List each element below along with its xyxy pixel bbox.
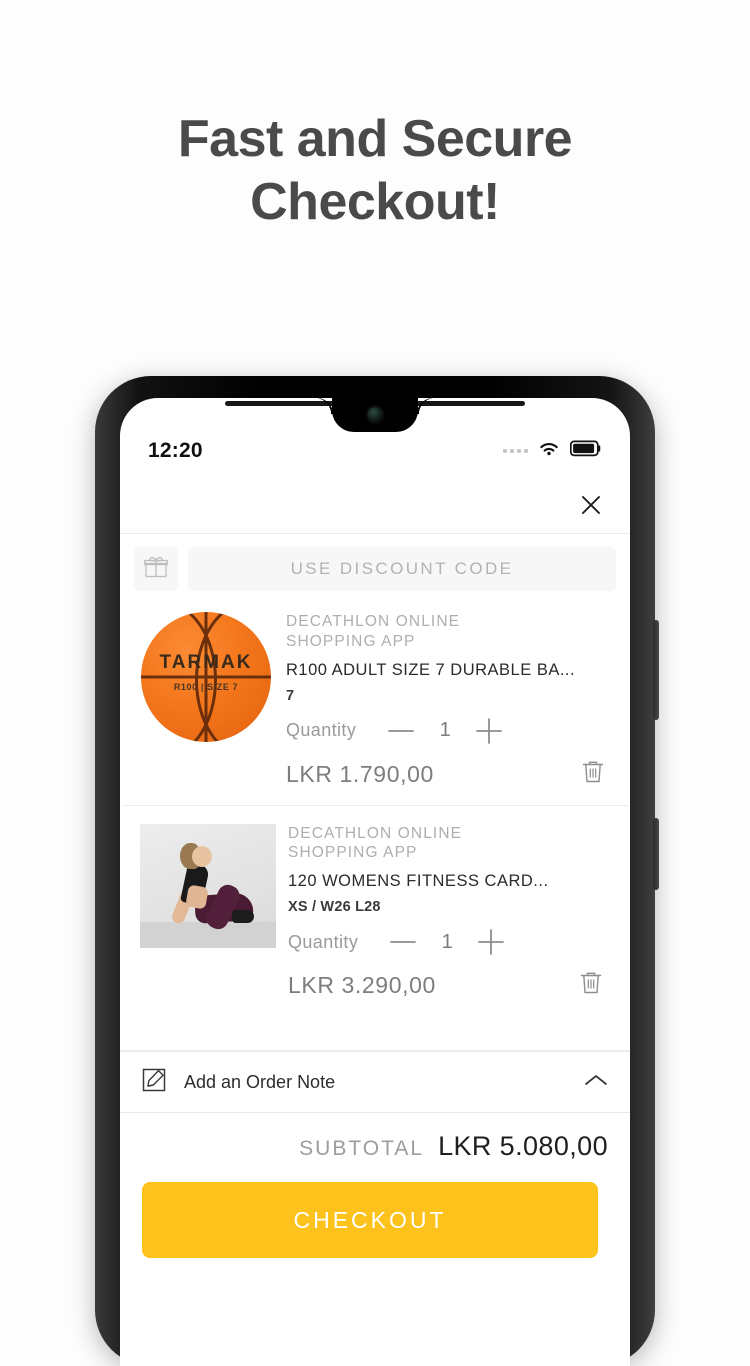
- phone-mockup: 12:20 USE DISCOUNT CODE TARMAK R100 | SI…: [95, 376, 659, 1366]
- close-icon[interactable]: [576, 490, 606, 520]
- checkout-button[interactable]: CHECKOUT: [142, 1182, 598, 1258]
- gift-icon: [143, 554, 169, 585]
- discount-code-placeholder: USE DISCOUNT CODE: [290, 559, 514, 578]
- phone-screen: 12:20 USE DISCOUNT CODE TARMAK R100 | SI…: [120, 398, 630, 1366]
- ball-brand-text: TARMAK: [159, 652, 253, 673]
- front-camera-icon: [367, 407, 383, 422]
- product-image-fitness-leggings[interactable]: [140, 823, 276, 1003]
- subtotal-row: SUBTOTAL LKR 5.080,00: [120, 1113, 630, 1162]
- promo-line-2: Checkout!: [250, 173, 500, 232]
- power-button[interactable]: [653, 620, 659, 720]
- status-indicators: [503, 440, 602, 463]
- price-row: LKR 3.290,00: [288, 969, 610, 1002]
- volume-button[interactable]: [653, 818, 659, 890]
- product-vendor: DECATHLON ONLINE SHOPPING APP: [286, 613, 461, 650]
- basketball-graphic: TARMAK R100 | SIZE 7: [141, 612, 271, 742]
- gift-icon-button[interactable]: [134, 547, 178, 591]
- order-note-label: Add an Order Note: [184, 1071, 336, 1092]
- plus-icon[interactable]: [472, 716, 506, 746]
- trash-icon[interactable]: [580, 758, 606, 791]
- product-price: LKR 1.790,00: [286, 760, 434, 787]
- battery-icon: [569, 440, 602, 462]
- wifi-icon: [537, 440, 561, 463]
- product-title[interactable]: R100 ADULT SIZE 7 DURABLE BA...: [286, 661, 612, 680]
- minus-icon[interactable]: [384, 724, 418, 738]
- notch: [315, 398, 435, 432]
- subtotal-label: SUBTOTAL: [299, 1137, 425, 1160]
- table-row: TARMAK R100 | SIZE 7 DECATHLON ONLINE SH…: [120, 594, 630, 805]
- quantity-label: Quantity: [286, 720, 357, 741]
- quantity-stepper: Quantity 1: [288, 927, 610, 957]
- price-row: LKR 1.790,00: [286, 758, 612, 791]
- promo-line-1: Fast and Secure: [177, 110, 573, 168]
- status-clock: 12:20: [148, 439, 203, 462]
- discount-code-input[interactable]: USE DISCOUNT CODE: [188, 547, 616, 591]
- cart-items-list: TARMAK R100 | SIZE 7 DECATHLON ONLINE SH…: [120, 594, 630, 1051]
- product-info: DECATHLON ONLINE SHOPPING APP R100 ADULT…: [274, 612, 612, 791]
- product-variant: 7: [286, 687, 295, 704]
- product-title[interactable]: 120 WOMENS FITNESS CARD...: [288, 872, 610, 891]
- status-bar: 12:20: [120, 432, 630, 470]
- product-image-basketball[interactable]: TARMAK R100 | SIZE 7: [138, 612, 274, 791]
- signal-dots-icon: [503, 449, 528, 453]
- quantity-stepper: Quantity 1: [286, 716, 612, 746]
- table-row: DECATHLON ONLINE SHOPPING APP 120 WOMENS…: [122, 804, 628, 1017]
- promo-headline: Fast and Secure Checkout!: [0, 108, 750, 235]
- fitness-model-graphic: [140, 823, 276, 948]
- chevron-up-icon[interactable]: [582, 1070, 610, 1095]
- product-price: LKR 3.290,00: [288, 972, 436, 999]
- quantity-value: 1: [441, 930, 453, 953]
- product-vendor: DECATHLON ONLINE SHOPPING APP: [288, 824, 463, 862]
- add-order-note-row[interactable]: Add an Order Note: [120, 1051, 630, 1113]
- checkout-button-label: CHECKOUT: [293, 1206, 447, 1233]
- edit-note-icon: [140, 1066, 168, 1099]
- plus-icon[interactable]: [474, 927, 508, 957]
- app-header: [120, 476, 630, 534]
- product-info: DECATHLON ONLINE SHOPPING APP 120 WOMENS…: [276, 824, 610, 1003]
- quantity-value: 1: [439, 719, 451, 742]
- minus-icon[interactable]: [386, 935, 420, 949]
- subtotal-value: LKR 5.080,00: [438, 1131, 608, 1161]
- product-variant: XS / W26 L28: [288, 899, 381, 916]
- ball-model-text: R100 | SIZE 7: [173, 682, 239, 692]
- trash-icon[interactable]: [578, 969, 604, 1002]
- quantity-label: Quantity: [288, 931, 359, 952]
